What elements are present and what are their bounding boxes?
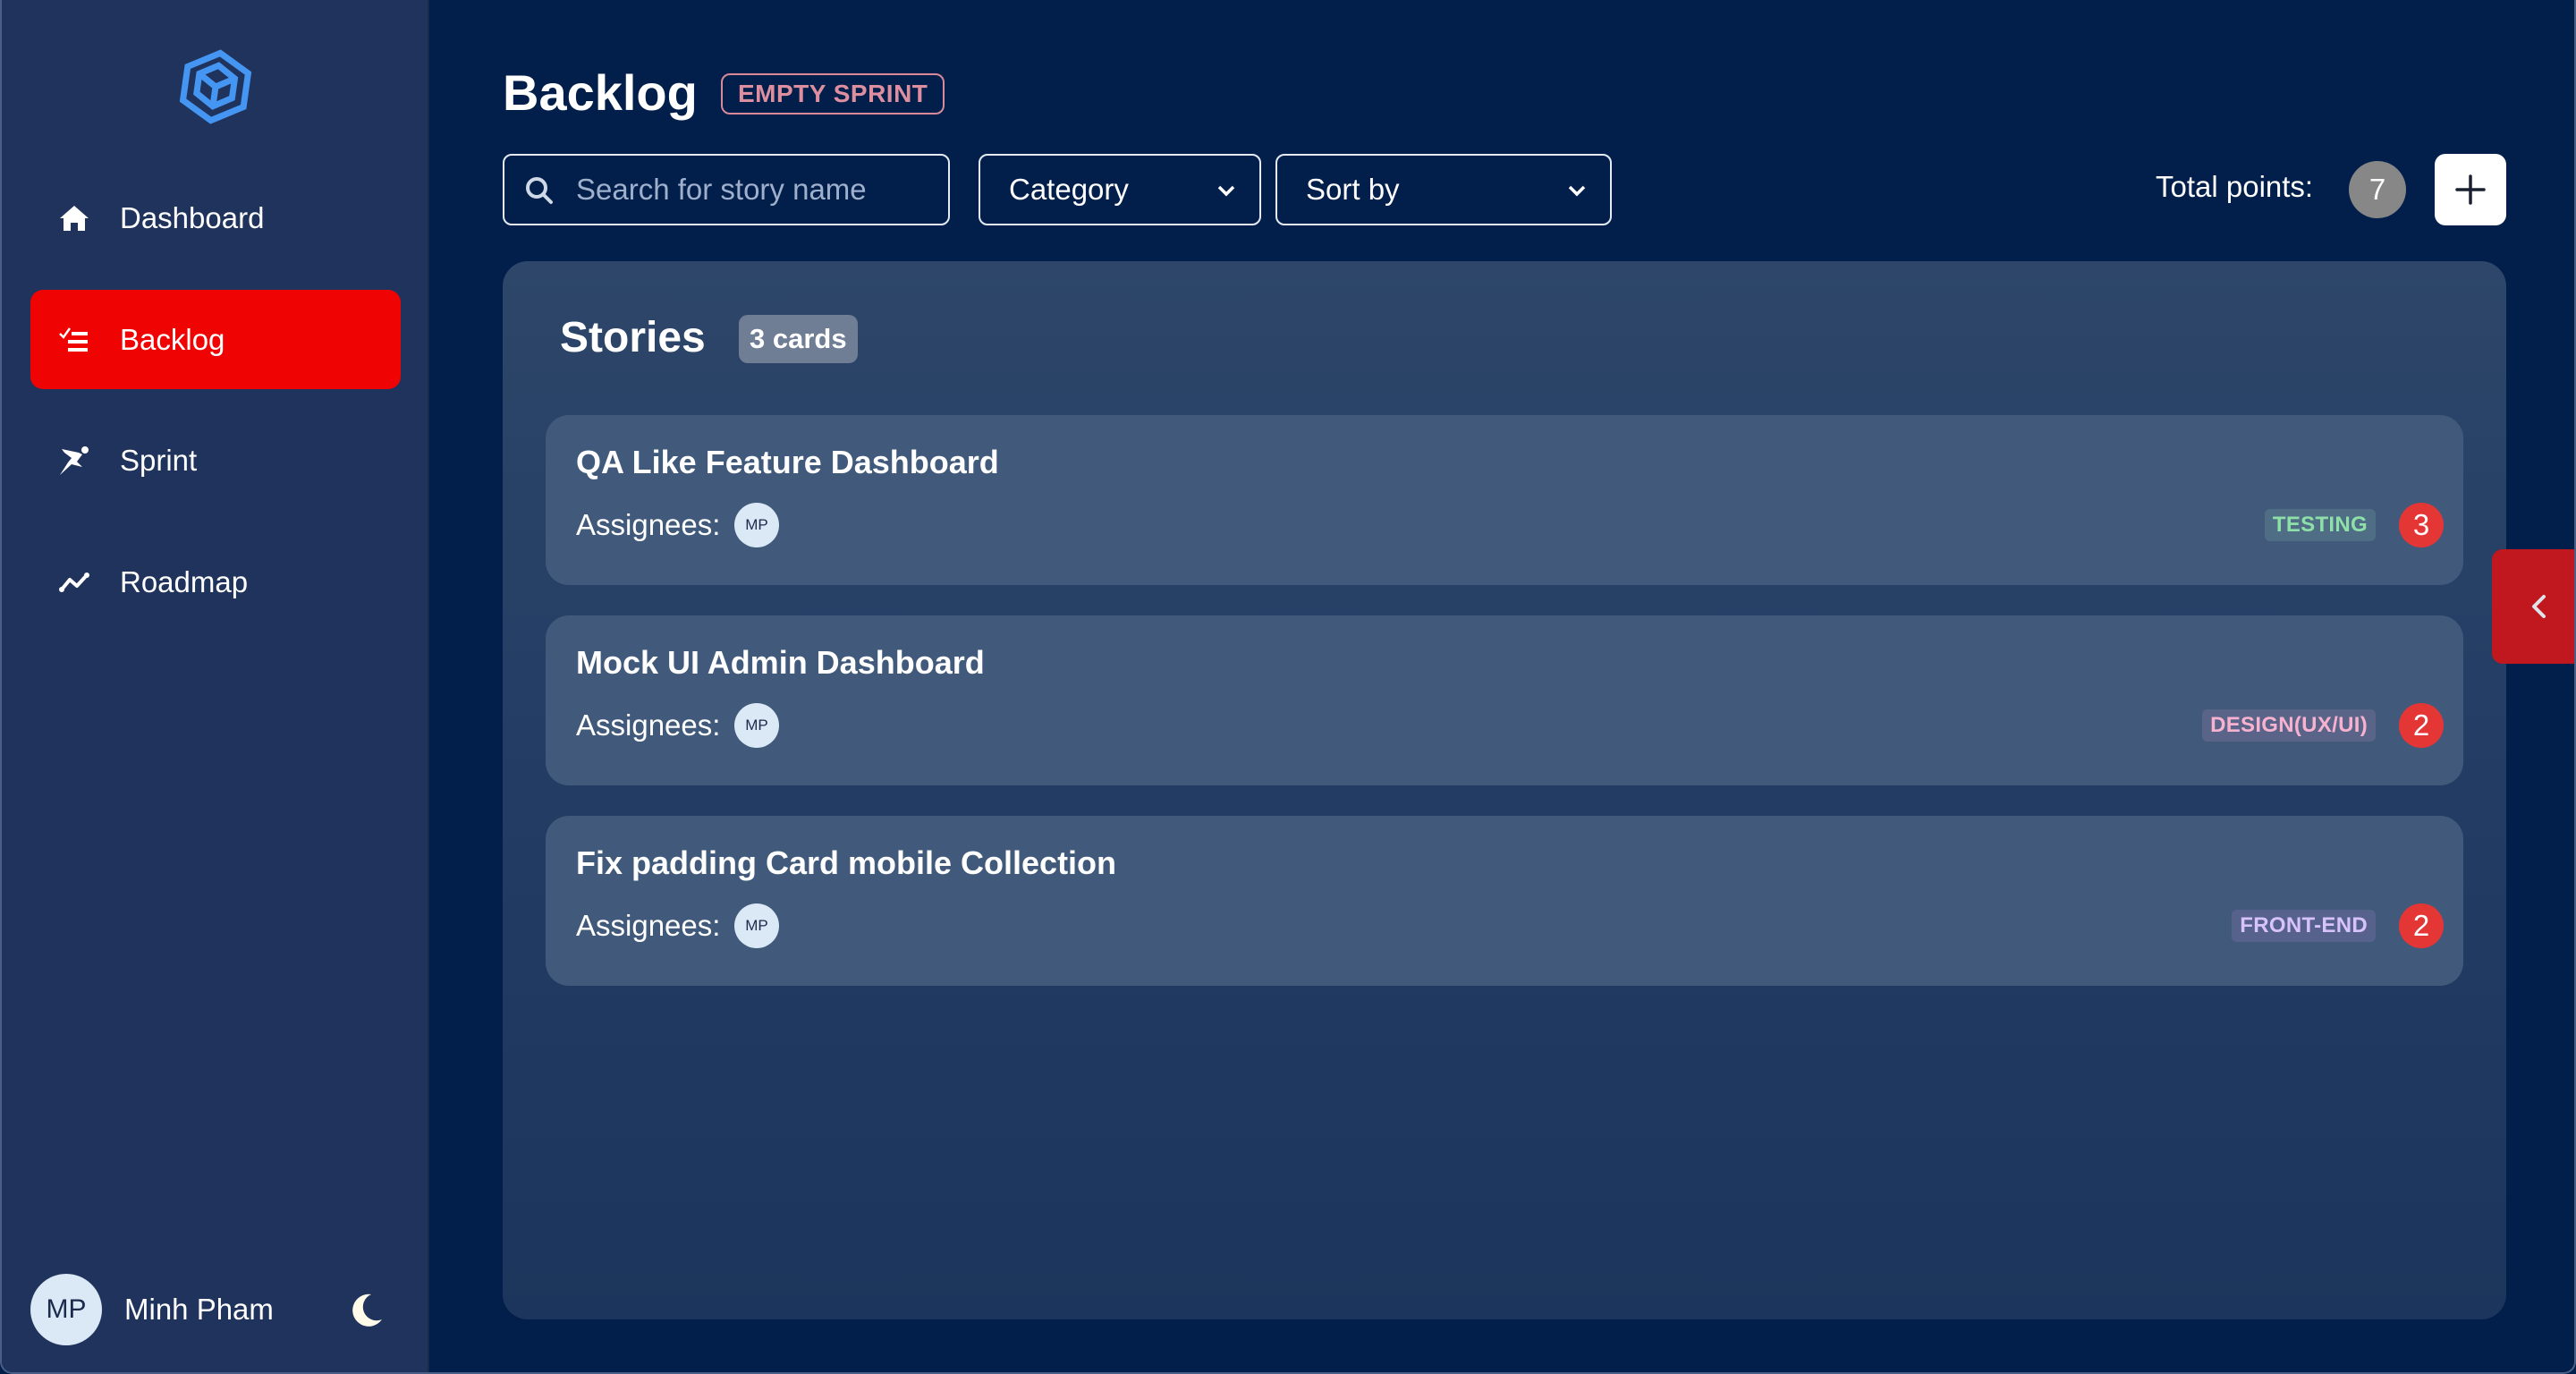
- sprint-drawer-toggle[interactable]: [2492, 549, 2574, 664]
- search-input[interactable]: [576, 156, 934, 224]
- sidebar-item-label: Backlog: [120, 322, 225, 356]
- sidebar: Dashboard Backlog Sprint Roadmap MP Minh…: [2, 0, 429, 1372]
- story-points-badge: 2: [2399, 703, 2444, 748]
- story-title: QA Like Feature Dashboard: [576, 444, 999, 480]
- sidebar-item-backlog[interactable]: Backlog: [30, 290, 401, 389]
- assignees-label: Assignees:: [576, 508, 721, 541]
- search-field[interactable]: [503, 154, 950, 225]
- avatar: MP: [30, 1274, 102, 1345]
- chevron-down-icon: [1217, 185, 1235, 197]
- story-card[interactable]: Mock UI Admin Dashboard Assignees: MP DE…: [546, 615, 2463, 785]
- trend-line-icon: [59, 567, 89, 598]
- add-story-button[interactable]: [2435, 154, 2506, 225]
- sort-select-label: Sort by: [1306, 173, 1400, 206]
- stories-title: Stories: [560, 314, 706, 361]
- chevron-down-icon: [1568, 185, 1586, 197]
- app-window: Dashboard Backlog Sprint Roadmap MP Minh…: [0, 0, 2576, 1374]
- search-icon: [526, 177, 553, 204]
- total-points-label: Total points:: [2156, 170, 2314, 203]
- sidebar-item-label: Sprint: [120, 443, 198, 477]
- assignees-label: Assignees:: [576, 909, 721, 942]
- cards-count-badge: 3 cards: [739, 315, 858, 363]
- story-title: Mock UI Admin Dashboard: [576, 644, 985, 681]
- assignees-label: Assignees:: [576, 708, 721, 742]
- sort-select[interactable]: Sort by: [1275, 154, 1612, 225]
- list-check-icon: [59, 325, 89, 355]
- assignee-avatar: MP: [734, 703, 779, 748]
- moon-icon[interactable]: [348, 1291, 386, 1328]
- running-person-icon: [59, 445, 89, 476]
- page-title: Backlog: [503, 64, 698, 121]
- assignee-avatar: MP: [734, 903, 779, 948]
- story-points-badge: 2: [2399, 903, 2444, 948]
- hexagon-cube-logo-icon[interactable]: [178, 49, 253, 124]
- chevron-left-icon: [2532, 595, 2546, 618]
- user-name: Minh Pham: [124, 1293, 274, 1326]
- sidebar-item-dashboard[interactable]: Dashboard: [30, 168, 401, 267]
- sidebar-item-label: Dashboard: [120, 200, 265, 234]
- stories-panel: Stories 3 cards QA Like Feature Dashboar…: [503, 261, 2506, 1319]
- home-icon: [59, 203, 89, 233]
- plus-icon: [2455, 174, 2486, 205]
- category-tag: FRONT-END: [2232, 910, 2376, 942]
- category-tag: DESIGN(UX/UI): [2202, 709, 2376, 742]
- category-select[interactable]: Category: [979, 154, 1261, 225]
- category-tag: TESTING: [2264, 509, 2376, 541]
- sidebar-item-label: Roadmap: [120, 564, 249, 598]
- story-card[interactable]: Fix padding Card mobile Collection Assig…: [546, 816, 2463, 986]
- sidebar-item-roadmap[interactable]: Roadmap: [30, 532, 401, 632]
- story-card[interactable]: QA Like Feature Dashboard Assignees: MP …: [546, 415, 2463, 585]
- user-profile[interactable]: MP Minh Pham: [30, 1274, 401, 1345]
- status-badge: EMPTY SPRINT: [721, 73, 945, 114]
- story-title: Fix padding Card mobile Collection: [576, 844, 1117, 881]
- story-points-badge: 3: [2399, 503, 2444, 547]
- sidebar-item-sprint[interactable]: Sprint: [30, 411, 401, 510]
- total-points-count: 7: [2349, 161, 2406, 218]
- assignee-avatar: MP: [734, 503, 779, 547]
- category-select-label: Category: [1009, 173, 1129, 206]
